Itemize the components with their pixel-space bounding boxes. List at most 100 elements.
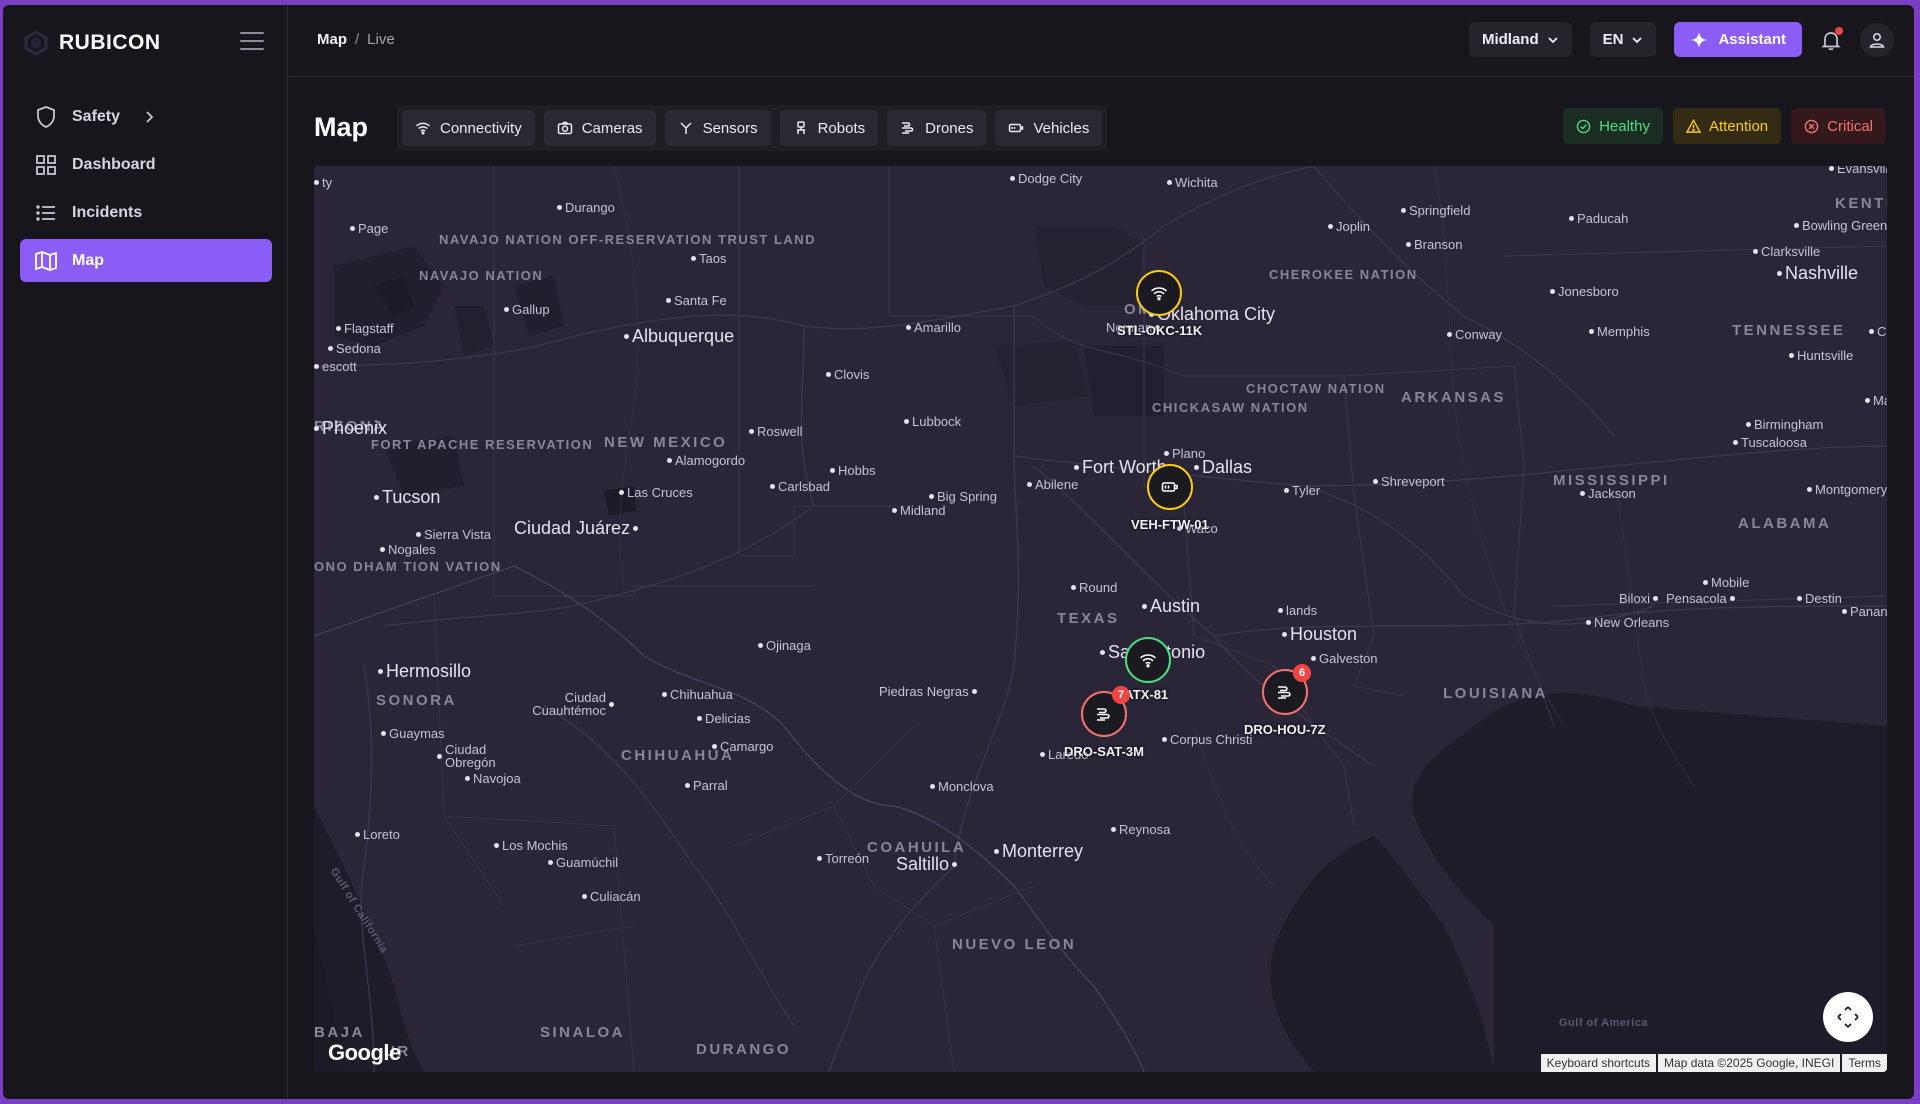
brand[interactable]: RUBICON (23, 25, 161, 61)
notifications-button[interactable] (1820, 26, 1843, 51)
map-data-credit: Map data ©2025 Google, INEGI (1658, 1054, 1841, 1072)
city-label: Tuscaloosa (1733, 435, 1807, 450)
filter-drones[interactable]: Drones (887, 110, 987, 146)
filter-label: Cameras (581, 119, 643, 137)
google-logo: Google (328, 1040, 401, 1065)
city-label: Lubbock (904, 414, 961, 429)
device-marker-dro-hou-7z[interactable]: 6 (1262, 664, 1311, 715)
city-label: Joplin (1328, 219, 1370, 234)
city-label: Reynosa (1111, 822, 1170, 837)
page-title: Map (314, 112, 368, 142)
live-map[interactable]: NAVAJO NATION OFF-RESERVATION TRUST LAND… (314, 166, 1887, 1072)
map-attribution: Keyboard shortcuts Map data ©2025 Google… (1540, 1054, 1887, 1072)
recenter-map-button[interactable] (1823, 992, 1873, 1042)
city-label: Nashville (1777, 263, 1858, 284)
filter-robots[interactable]: Robots (779, 110, 879, 146)
city-label: Houston (1282, 624, 1357, 645)
city-label: Tucson (374, 487, 440, 508)
site-selector[interactable]: Midland (1468, 22, 1572, 57)
device-marker-stl-okc-11k[interactable] (1136, 270, 1182, 316)
filter-label: Robots (817, 119, 866, 137)
city-label: Piedras Negras (879, 684, 977, 699)
region-label: LOUISIANA (1443, 685, 1548, 702)
sidebar-item-incidents[interactable]: Incidents (20, 191, 272, 234)
city-label: Navojoa (465, 771, 521, 786)
keyboard-shortcuts-link[interactable]: Keyboard shortcuts (1540, 1054, 1657, 1072)
city-label: Los Mochis (494, 838, 568, 853)
sidebar-item-map[interactable]: Map (20, 239, 272, 282)
city-label: Delicias (697, 711, 751, 726)
status-filter-critical[interactable]: Critical (1791, 108, 1886, 144)
alert-count-badge: 6 (1293, 664, 1311, 682)
city-label: Guaymas (381, 726, 445, 741)
city-label: Chihuahua (662, 687, 733, 702)
region-label: NAVAJO NATION (419, 268, 544, 283)
city-label: Phoenix (314, 418, 387, 439)
assistant-button[interactable]: Assistant (1674, 22, 1802, 57)
filter-vehicles[interactable]: Vehicles (995, 110, 1103, 146)
region-label: BAJA (314, 1024, 365, 1041)
city-label: Saltillo (896, 854, 957, 875)
status-legend: Healthy Attention Critical (1563, 108, 1886, 144)
top-actions: Midland EN Assistant (1468, 22, 1894, 57)
device-marker-atx-81[interactable] (1125, 637, 1171, 683)
region-label: ARKANSAS (1401, 389, 1507, 406)
city-label: Roswell (749, 424, 803, 439)
breadcrumb-map[interactable]: Map (317, 31, 347, 48)
city-label: Torreón (817, 851, 869, 866)
city-label: Birmingham (1746, 417, 1823, 432)
city-label: Monterrey (994, 841, 1083, 862)
device-marker-dro-sat-3m[interactable]: 7 (1081, 686, 1130, 737)
status-filter-attention[interactable]: Attention (1672, 108, 1782, 144)
site-selector-value: Midland (1481, 31, 1539, 48)
device-marker-label: VEH-FTW-01 (1131, 517, 1209, 532)
city-label: Wichita (1167, 175, 1218, 190)
check-circle-icon (1576, 119, 1591, 133)
city-label: Nogales (380, 542, 436, 557)
filter-label: Drones (925, 119, 974, 137)
region-label: CHOCTAW NATION (1246, 381, 1386, 396)
status-filter-healthy[interactable]: Healthy (1563, 108, 1663, 144)
menu-toggle-button[interactable] (240, 32, 264, 52)
city-label: Alamogordo (667, 453, 745, 468)
city-label: Ciudad Cuauhtémoc (524, 691, 614, 717)
fullscreen-arrows-icon (1837, 1006, 1859, 1028)
drone-icon (902, 122, 914, 134)
sidebar-item-safety[interactable]: Safety (20, 95, 272, 138)
sidebar: RUBICON Safety Dashboard Incidents Map (3, 5, 288, 1099)
city-label: Conway (1447, 327, 1502, 342)
device-marker-veh-ftw-01[interactable] (1147, 464, 1193, 510)
terms-link[interactable]: Terms (1842, 1054, 1887, 1072)
device-marker-label: DRO-HOU-7Z (1244, 722, 1326, 737)
region-label: NUEVO LEON (952, 936, 1077, 953)
city-label: Ch (1869, 324, 1887, 339)
filter-connectivity[interactable]: Connectivity (402, 110, 535, 146)
city-label: Tyler (1284, 483, 1320, 498)
city-label: Clarksville (1753, 244, 1820, 259)
city-label: Galveston (1311, 651, 1378, 666)
filter-label: Connectivity (440, 119, 522, 137)
city-label: Springfield (1401, 203, 1470, 218)
sidebar-item-dashboard[interactable]: Dashboard (20, 143, 272, 186)
city-label: Hermosillo (378, 661, 471, 682)
region-label: CHEROKEE NATION (1269, 267, 1418, 282)
city-label: Shreveport (1373, 474, 1445, 489)
notification-dot (1835, 26, 1843, 35)
region-label: KENTU (1835, 195, 1887, 212)
user-avatar[interactable] (1860, 22, 1894, 57)
language-selector[interactable]: EN (1589, 22, 1657, 57)
city-label: Panan (1842, 604, 1887, 619)
status-label: Healthy (1599, 117, 1650, 135)
filter-sensors[interactable]: Sensors (664, 110, 771, 146)
city-label: escott (314, 359, 357, 374)
city-label: Monclova (930, 779, 994, 794)
breadcrumb-separator: / (355, 31, 360, 48)
rubicon-logo-icon (24, 30, 48, 56)
assistant-label: Assistant (1718, 31, 1786, 48)
city-label: Round (1071, 580, 1117, 595)
filter-cameras[interactable]: Cameras (543, 110, 656, 146)
sparkle-icon (1691, 31, 1708, 48)
city-label: Big Spring (929, 489, 997, 504)
city-label: Las Cruces (619, 485, 693, 500)
city-label: Taos (691, 251, 726, 266)
